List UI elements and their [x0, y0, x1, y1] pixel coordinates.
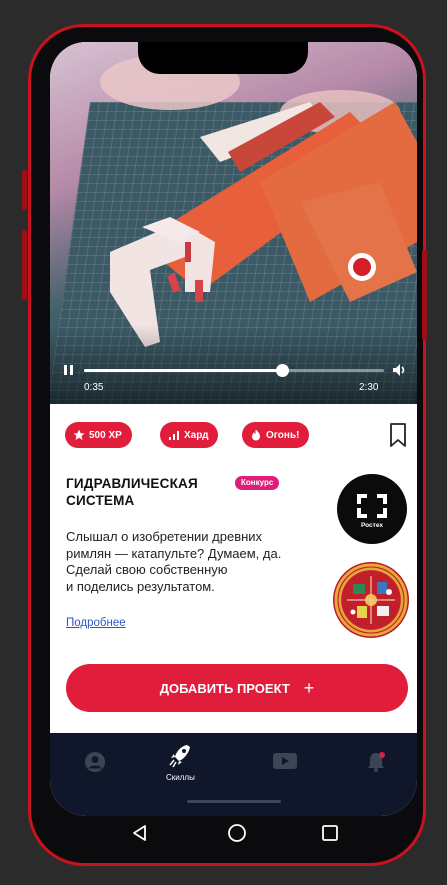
star-icon — [73, 429, 85, 440]
circuit-badge-icon — [334, 563, 408, 637]
phone-side-button — [22, 230, 27, 300]
nav-item-skills[interactable]: Скиллы — [166, 743, 195, 782]
camera-notch — [138, 42, 308, 74]
nav-item-notifications[interactable] — [365, 751, 387, 773]
more-details-link[interactable]: Подробнее — [66, 617, 126, 629]
video-progress-fill — [84, 369, 282, 372]
video-controls — [50, 360, 417, 380]
plus-icon: + — [303, 677, 315, 698]
description-line: Слышал о изобретении древних — [66, 529, 263, 544]
system-navigation-bar — [50, 816, 417, 850]
fire-chip: Огонь! — [242, 422, 310, 448]
home-circle-icon[interactable] — [227, 823, 247, 843]
app-screen: 0:35 2:30 500 XP Хард Огонь! ГИДРАВЛИЧЕС… — [50, 42, 417, 816]
xp-chip-label: 500 XP — [89, 429, 122, 441]
fire-chip-label: Огонь! — [266, 429, 300, 441]
scan-frame-icon — [357, 494, 387, 518]
video-scrubber-knob[interactable] — [276, 364, 289, 377]
volume-icon[interactable] — [392, 362, 408, 378]
difficulty-chip: Хард — [160, 422, 219, 448]
description-line: римлян — катапульте? Думаем, да. — [66, 545, 282, 561]
achievement-badge[interactable] — [333, 562, 409, 638]
phone-side-button — [422, 250, 427, 340]
partner-logo[interactable]: Ростех — [337, 474, 407, 544]
video-total-time: 2:30 — [359, 382, 379, 393]
video-progress-track[interactable] — [84, 364, 384, 377]
bookmark-icon[interactable] — [388, 422, 408, 448]
home-indicator — [187, 800, 281, 803]
profile-icon — [85, 752, 105, 772]
difficulty-chip-label: Хард — [184, 429, 209, 441]
nav-item-videos[interactable] — [272, 751, 298, 771]
recent-apps-icon[interactable] — [320, 823, 340, 843]
nav-item-profile[interactable] — [84, 751, 106, 773]
contest-badge: Конкурс — [235, 476, 280, 490]
video-player[interactable]: 0:35 2:30 — [50, 42, 417, 404]
pause-icon[interactable] — [62, 363, 76, 377]
project-title-line: СИСТЕМА — [66, 493, 135, 508]
video-current-time: 0:35 — [84, 382, 104, 393]
phone-side-button — [22, 170, 27, 210]
add-project-button[interactable]: ДОБАВИТЬ ПРОЕКТ + — [66, 664, 408, 712]
partner-logo-label: Ростех — [360, 522, 383, 529]
flame-icon — [252, 429, 260, 441]
description-line: и поделись результатом. — [66, 578, 215, 594]
bell-icon — [368, 752, 385, 772]
signal-bars-icon — [169, 431, 179, 440]
description-line: Сделай свою собственную — [66, 562, 228, 577]
add-project-label: ДОБАВИТЬ ПРОЕКТ — [159, 680, 290, 696]
nav-label-skills: Скиллы — [166, 773, 195, 782]
rocket-icon — [169, 745, 191, 768]
bottom-navigation: Скиллы — [50, 733, 417, 816]
project-description: Слышал о изобретении древних римлян — ка… — [66, 529, 326, 595]
play-video-icon — [273, 753, 297, 769]
xp-chip: 500 XP — [65, 422, 132, 448]
back-triangle-icon[interactable] — [130, 823, 150, 843]
